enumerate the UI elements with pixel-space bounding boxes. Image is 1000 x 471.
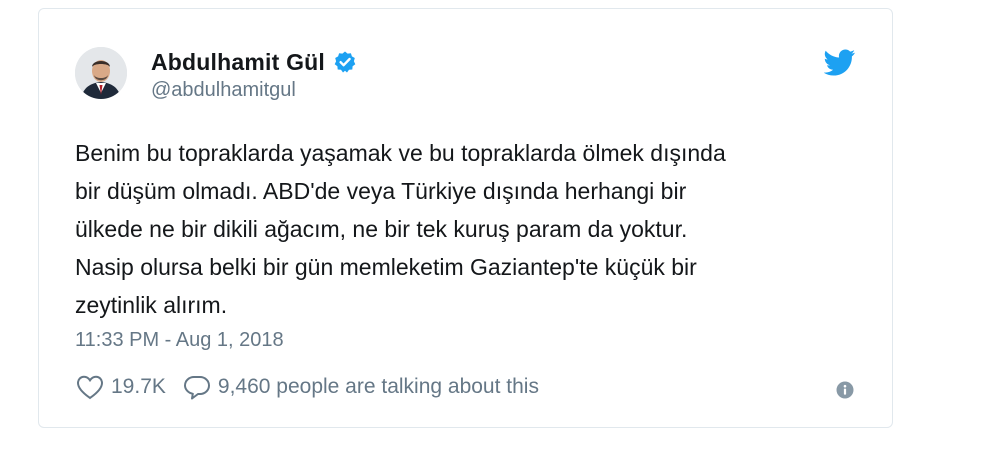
talking-link[interactable]: 9,460 people are talking about this: [182, 373, 539, 401]
tweet-text: Benim bu topraklarda yaşamak ve bu topra…: [75, 134, 855, 324]
tweet-card: Abdulhamit Gül @abdulhamitgul Benim bu t…: [38, 8, 893, 428]
talking-count-text: 9,460 people are talking about this: [217, 375, 539, 398]
tweet-text-line: zeytinlik alırım.: [75, 292, 228, 318]
author-name-row: Abdulhamit Gül: [151, 47, 357, 77]
tweet-text-line: ülkede ne bir dikili ağacım, ne bir tek …: [75, 216, 688, 242]
tweet-timestamp[interactable]: 11:33 PM - Aug 1, 2018: [75, 329, 284, 352]
verified-badge-icon: [334, 51, 356, 73]
tweet-actions: 19.7K 9,460 people are talking about thi…: [75, 373, 539, 401]
speech-bubble-icon: [183, 376, 210, 400]
avatar-photo: [75, 47, 127, 99]
author-handle[interactable]: @abdulhamitgul: [151, 79, 296, 102]
author-display-name[interactable]: Abdulhamit Gül: [151, 49, 325, 76]
tweet-text-line: Nasip olursa belki bir gün memleketim Ga…: [75, 254, 697, 280]
avatar[interactable]: [75, 47, 127, 99]
like-count: 19.7K: [111, 375, 166, 398]
like-button[interactable]: 19.7K: [75, 373, 166, 401]
tweet-text-line: Benim bu topraklarda yaşamak ve bu topra…: [75, 140, 726, 166]
twitter-bird-icon[interactable]: [824, 49, 856, 77]
info-icon[interactable]: [836, 381, 854, 399]
tweet-text-line: bir düşüm olmadı. ABD'de veya Türkiye dı…: [75, 178, 687, 204]
heart-icon: [76, 375, 104, 400]
